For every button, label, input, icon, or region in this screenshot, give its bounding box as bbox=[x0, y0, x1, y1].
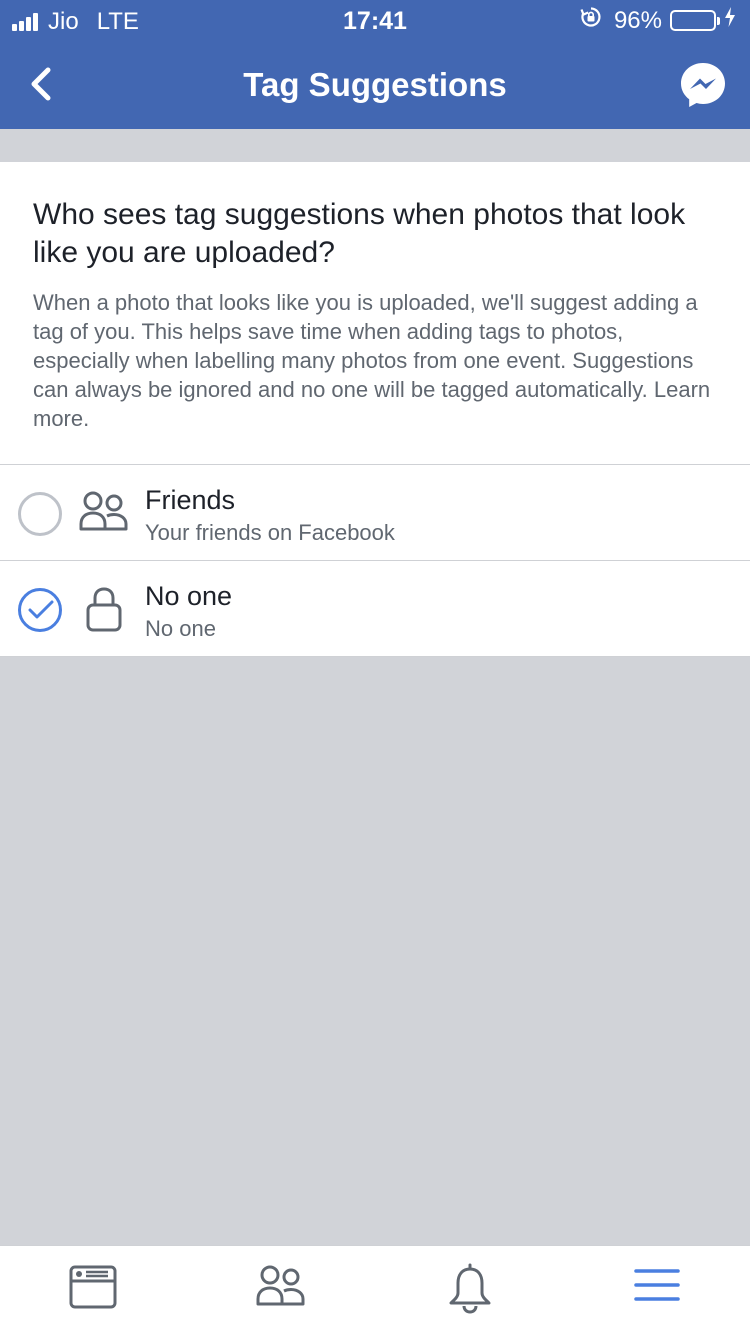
option-title: No one bbox=[145, 581, 233, 611]
option-no-one[interactable]: No one No one bbox=[0, 561, 750, 657]
checkmark-icon bbox=[28, 600, 54, 619]
tab-friends[interactable] bbox=[251, 1262, 311, 1318]
news-feed-icon bbox=[69, 1265, 117, 1309]
audience-options: Friends Your friends on Facebook No one … bbox=[0, 464, 750, 657]
friends-icon bbox=[256, 1265, 305, 1306]
status-right: 96% bbox=[580, 6, 736, 35]
header: Jio LTE 17:41 96% Tag Suggestions bbox=[0, 0, 750, 129]
notifications-bell-icon bbox=[449, 1263, 491, 1314]
tab-notifications[interactable] bbox=[440, 1262, 500, 1318]
page-title: Tag Suggestions bbox=[243, 66, 507, 103]
option-subtitle: Your friends on Facebook bbox=[145, 520, 395, 545]
battery-icon bbox=[670, 10, 720, 31]
info-card: Who sees tag suggestions when photos tha… bbox=[0, 162, 750, 464]
menu-icon bbox=[634, 1269, 680, 1301]
messenger-button[interactable] bbox=[678, 60, 728, 110]
lock-icon bbox=[78, 585, 130, 633]
question-heading: Who sees tag suggestions when photos tha… bbox=[33, 198, 686, 269]
option-title: Friends bbox=[145, 485, 236, 515]
messenger-icon bbox=[681, 63, 725, 107]
rotation-lock-icon bbox=[580, 6, 602, 35]
status-bar: Jio LTE 17:41 96% bbox=[0, 0, 750, 40]
navigation-bar: Tag Suggestions bbox=[0, 40, 750, 129]
battery-percentage: 96% bbox=[613, 6, 662, 34]
friends-icon bbox=[78, 489, 130, 537]
description-text: When a photo that looks like you is uplo… bbox=[33, 288, 718, 433]
tab-news-feed[interactable] bbox=[63, 1262, 123, 1318]
option-friends[interactable]: Friends Your friends on Facebook bbox=[0, 465, 750, 561]
option-subtitle: No one bbox=[145, 616, 216, 641]
screen: Jio LTE 17:41 96% Tag Suggestions Who se… bbox=[0, 0, 750, 1334]
charging-bolt-icon bbox=[724, 6, 736, 35]
tab-bar bbox=[0, 1245, 750, 1334]
radio-checked[interactable] bbox=[18, 588, 62, 632]
description-body: When a photo that looks like you is uplo… bbox=[33, 290, 698, 402]
radio-unchecked[interactable] bbox=[18, 492, 62, 536]
tab-menu[interactable] bbox=[627, 1262, 687, 1318]
